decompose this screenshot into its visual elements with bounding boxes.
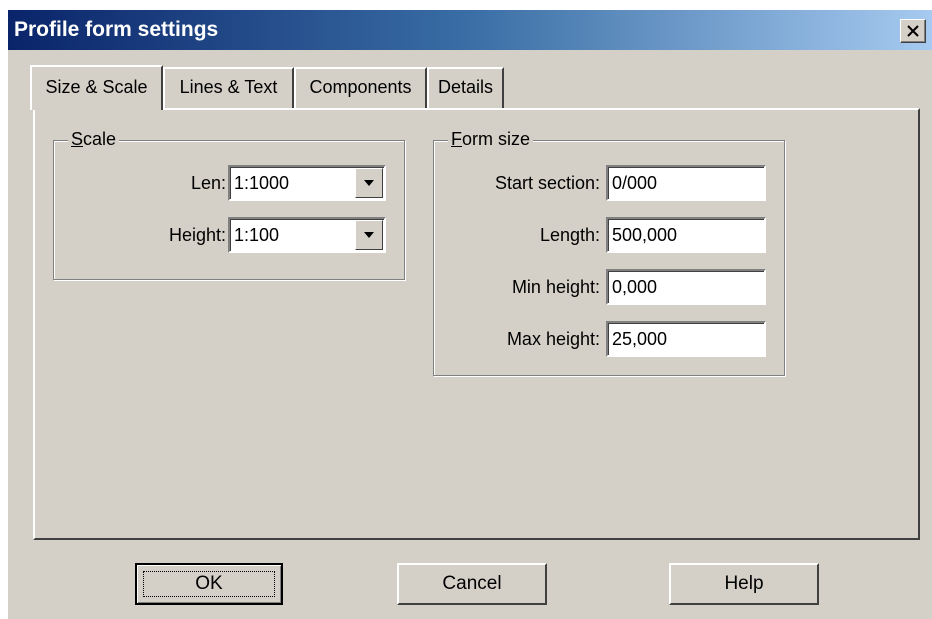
- min-height-label: Min height:: [511, 277, 600, 297]
- tab-lines-text-label: Lines & Text: [179, 77, 278, 97]
- len-dropdown-button[interactable]: [355, 168, 383, 198]
- help-button[interactable]: Help: [669, 563, 819, 605]
- tab-components-label: Components: [309, 77, 412, 97]
- length-value: 500,000: [612, 225, 678, 245]
- scale-group: Scale Len: 1:1000 Height: 1:100: [53, 129, 405, 280]
- max-height-value: 25,000: [612, 329, 668, 349]
- cancel-button[interactable]: Cancel: [397, 563, 547, 605]
- tab-lines-text[interactable]: Lines & Text: [163, 67, 294, 108]
- tab-panel-size-scale: Scale Len: 1:1000 Height: 1:100 Form siz…: [33, 108, 920, 540]
- tab-components[interactable]: Components: [294, 67, 427, 108]
- dialog-window: Profile form settings Size & Scale Lines…: [8, 10, 932, 619]
- title-bar[interactable]: Profile form settings: [8, 10, 932, 50]
- scale-group-title: Scale: [68, 129, 120, 150]
- min-height-value: 0,000: [612, 277, 658, 297]
- chevron-down-icon: [364, 180, 374, 186]
- height-dropdown-button[interactable]: [355, 220, 383, 250]
- focus-rectangle: [143, 571, 275, 597]
- height-label: Height:: [168, 225, 226, 245]
- len-label: Len:: [190, 173, 226, 193]
- window-title: Profile form settings: [14, 18, 219, 41]
- chevron-down-icon: [364, 232, 374, 238]
- length-field[interactable]: 500,000: [606, 217, 766, 253]
- help-button-label: Help: [724, 573, 764, 594]
- close-button[interactable]: [900, 19, 926, 43]
- close-icon: [907, 25, 919, 37]
- start-section-field[interactable]: 0/000: [606, 165, 766, 201]
- length-label: Length:: [539, 225, 600, 245]
- tab-details[interactable]: Details: [427, 67, 504, 108]
- start-section-value: 0/000: [612, 173, 658, 193]
- len-value: 1:1000: [234, 173, 290, 193]
- ok-button[interactable]: OK: [135, 563, 283, 605]
- cancel-button-label: Cancel: [442, 573, 502, 594]
- height-value: 1:100: [234, 225, 280, 245]
- start-section-label: Start section:: [494, 173, 600, 193]
- max-height-label: Max height:: [506, 329, 600, 349]
- tab-details-label: Details: [437, 77, 494, 97]
- form-size-group-title: Form size: [448, 129, 534, 150]
- min-height-field[interactable]: 0,000: [606, 269, 766, 305]
- tab-size-scale-label: Size & Scale: [45, 77, 148, 97]
- max-height-field[interactable]: 25,000: [606, 321, 766, 357]
- tab-size-scale[interactable]: Size & Scale: [30, 65, 163, 110]
- len-combobox[interactable]: 1:1000: [228, 165, 386, 201]
- height-combobox[interactable]: 1:100: [228, 217, 386, 253]
- form-size-group: Form size Start section: 0/000 Length: 5…: [433, 129, 785, 376]
